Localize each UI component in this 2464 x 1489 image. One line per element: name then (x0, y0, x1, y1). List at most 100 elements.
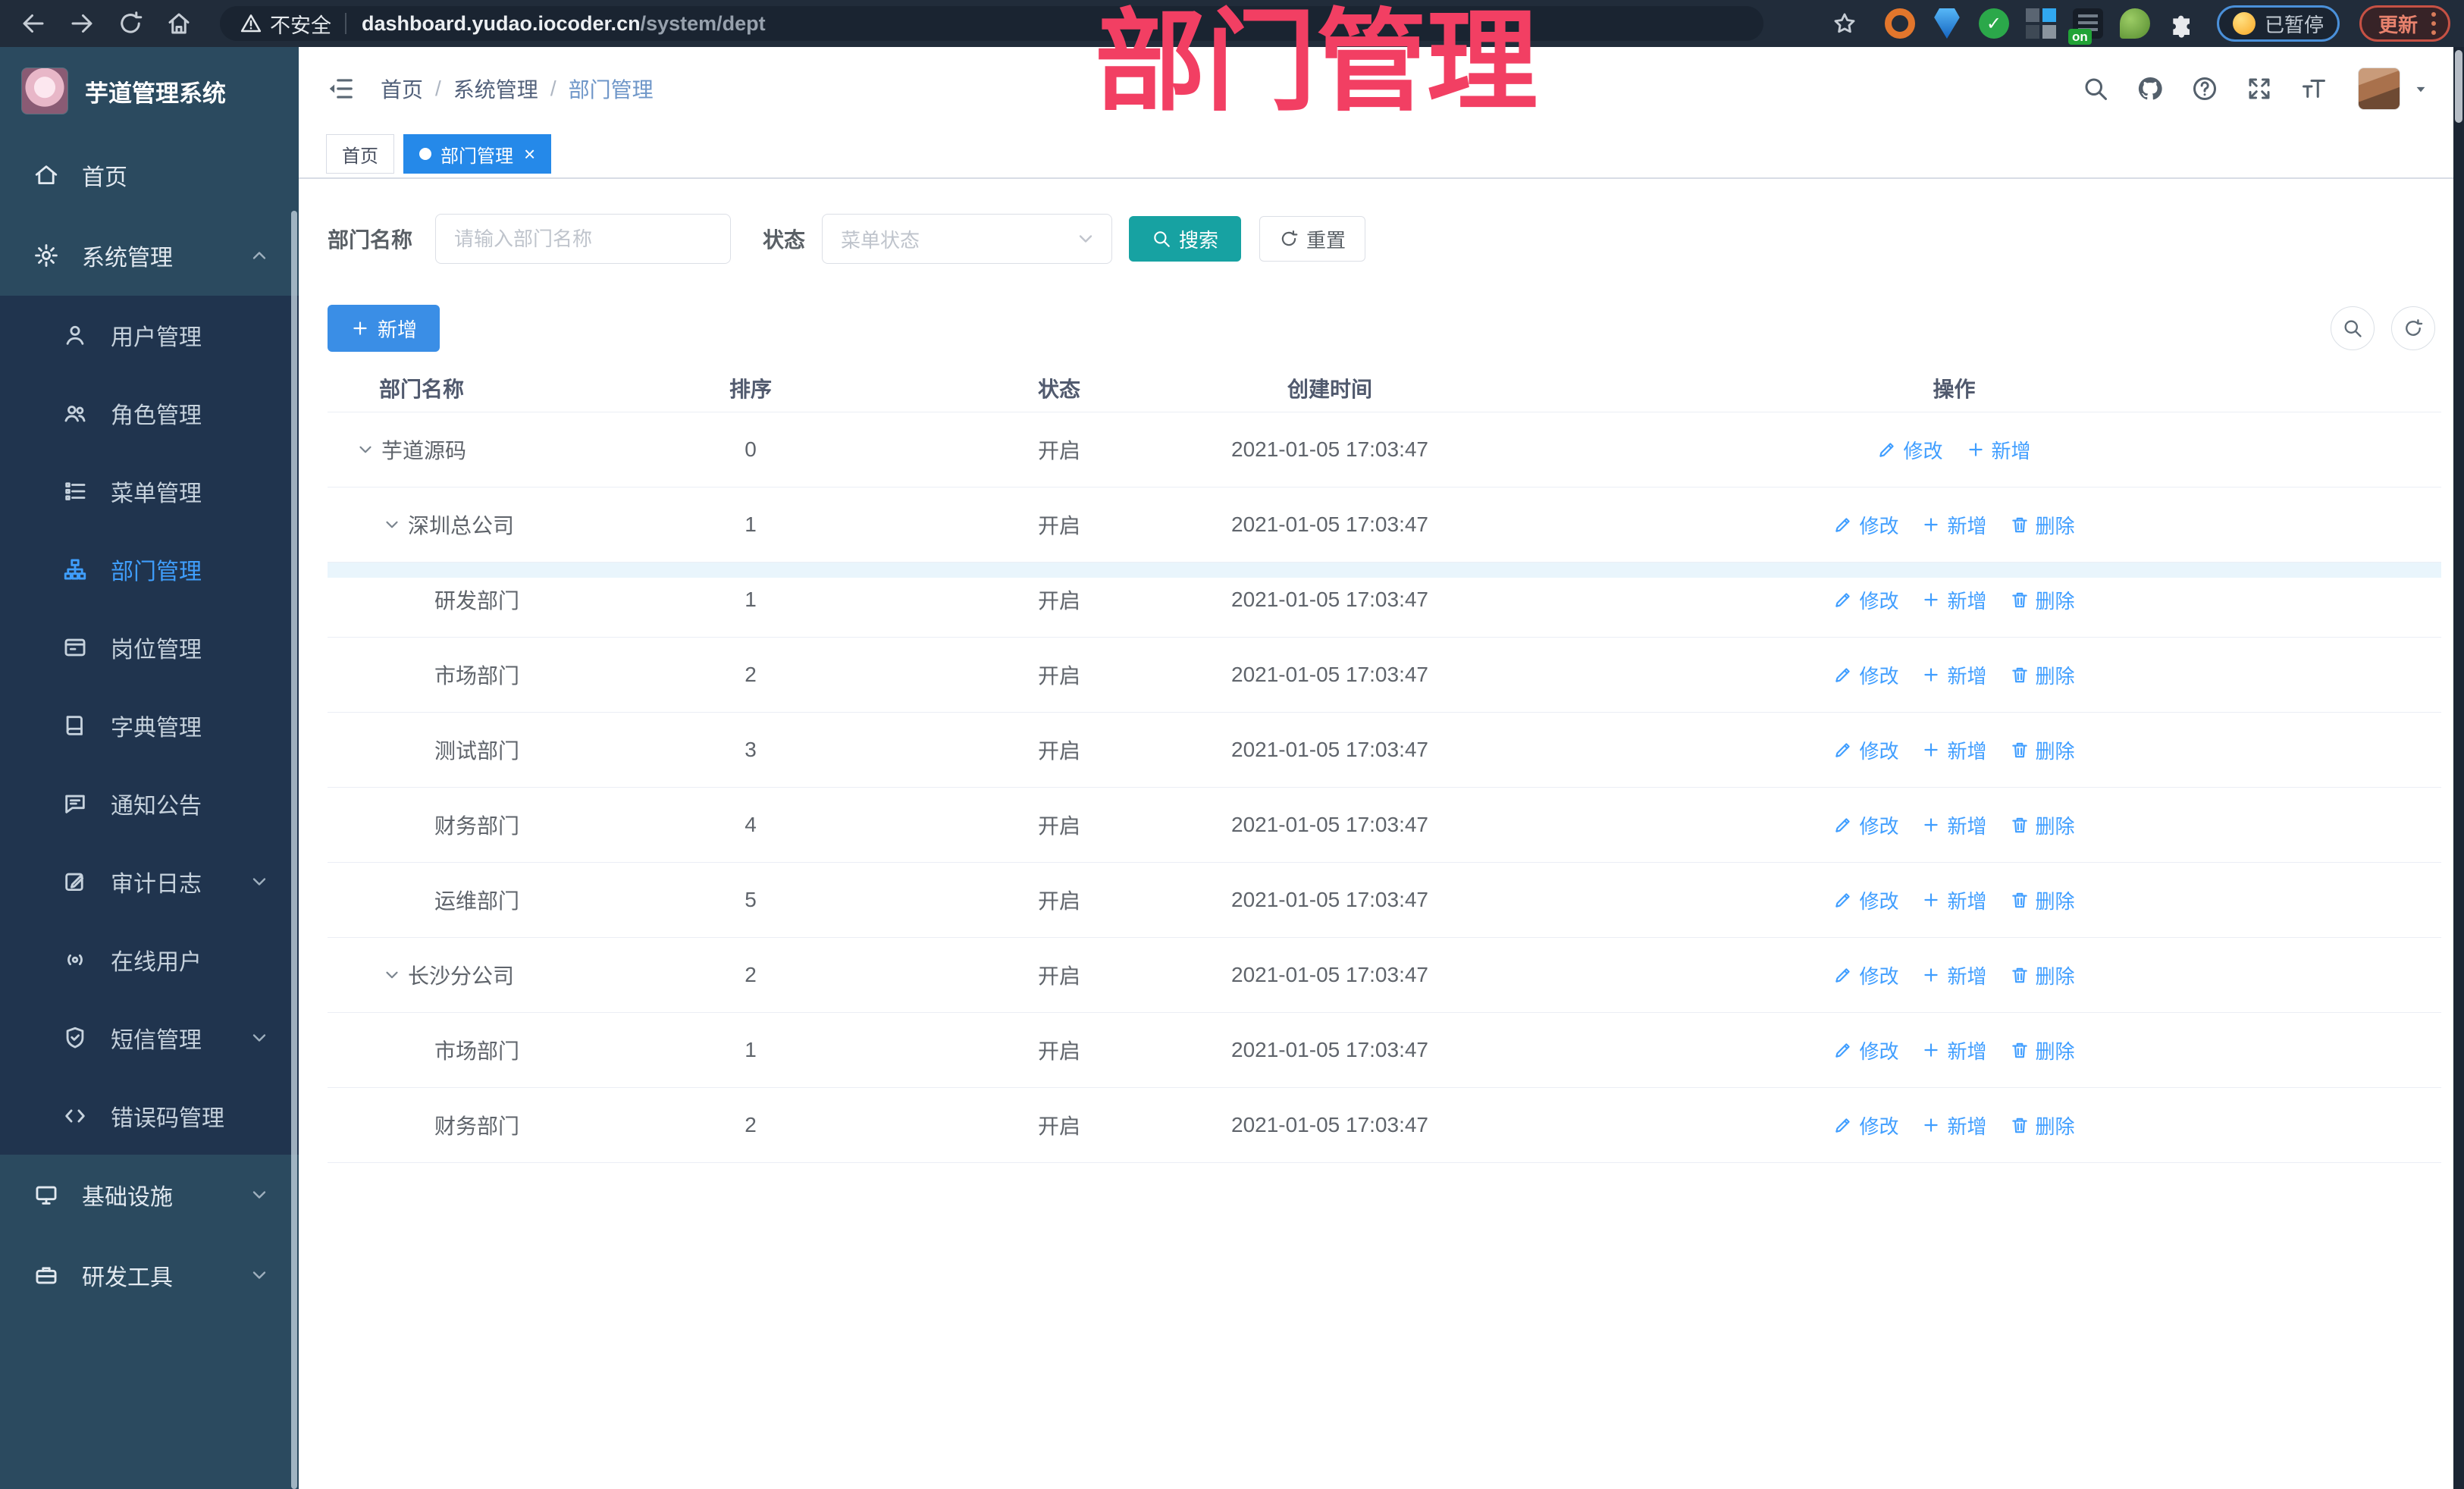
table-row[interactable]: 市场部门 2 开启 2021-01-05 17:03:47 修改 新增 删除 (328, 638, 2441, 713)
table-row[interactable]: 深圳总公司 1 开启 2021-01-05 17:03:47 修改 新增 删除 (328, 487, 2441, 563)
github-icon[interactable] (2136, 75, 2164, 102)
add-link[interactable]: 新增 (1921, 961, 1987, 989)
edit-link[interactable]: 修改 (1833, 511, 1898, 539)
add-link[interactable]: 新增 (1921, 661, 1987, 689)
status-select[interactable]: 菜单状态 (822, 214, 1113, 264)
avatar[interactable] (2358, 67, 2400, 110)
edit-link[interactable]: 修改 (1833, 1036, 1898, 1064)
sidebar-item-dept-mgmt[interactable]: 部门管理 (0, 530, 299, 608)
page-scrollbar[interactable] (2453, 47, 2464, 1489)
add-icon (1921, 890, 1941, 910)
extension-icon-orange[interactable] (1884, 8, 1915, 39)
reset-button[interactable]: 重置 (1259, 216, 1366, 262)
delete-link[interactable]: 删除 (2010, 811, 2075, 839)
sidebar-item-dict-mgmt[interactable]: 字典管理 (0, 686, 299, 764)
sidebar-item-notice[interactable]: 通知公告 (0, 764, 299, 842)
created-cell: 2021-01-05 17:03:47 (1231, 813, 1428, 836)
dept-name-input[interactable] (435, 214, 732, 264)
hamburger-fold-icon[interactable] (326, 74, 355, 103)
edit-link[interactable]: 修改 (1833, 811, 1898, 839)
delete-link[interactable]: 删除 (2010, 736, 2075, 764)
edit-link[interactable]: 修改 (1833, 1111, 1898, 1139)
extension-icon-pin[interactable] (1934, 8, 1960, 39)
sidebar: 芋道管理系统 首页 系统管理 用户管理 角色管理 菜单管理 部门管理 岗位管理 … (0, 47, 299, 1489)
table-row[interactable]: 长沙分公司 2 开启 2021-01-05 17:03:47 修改 新增 删除 (328, 938, 2441, 1013)
update-button[interactable]: 更新 (2359, 5, 2450, 42)
sidebar-item-system[interactable]: 系统管理 (0, 215, 299, 296)
edit-link[interactable]: 修改 (1833, 886, 1898, 914)
add-link[interactable]: 新增 (1921, 1111, 1987, 1139)
scrollbar-thumb[interactable] (2455, 50, 2462, 123)
add-link[interactable]: 新增 (1921, 811, 1987, 839)
table-row[interactable]: 研发部门 1 开启 2021-01-05 17:03:47 修改 新增 删除 (328, 563, 2441, 638)
sidebar-item-sms-mgmt[interactable]: 短信管理 (0, 998, 299, 1077)
extension-icon-leaf[interactable] (2119, 8, 2150, 39)
help-icon[interactable] (2191, 75, 2218, 102)
sidebar-item-dev-tools[interactable]: 研发工具 (0, 1235, 299, 1315)
sidebar-item-menu-mgmt[interactable]: 菜单管理 (0, 452, 299, 530)
table-row[interactable]: 市场部门 1 开启 2021-01-05 17:03:47 修改 新增 删除 (328, 1013, 2441, 1088)
delete-link[interactable]: 删除 (2010, 961, 2075, 989)
sidebar-item-infra[interactable]: 基础设施 (0, 1155, 299, 1235)
sidebar-item-error-code[interactable]: 错误码管理 (0, 1077, 299, 1155)
edit-link[interactable]: 修改 (1833, 661, 1898, 689)
edit-link[interactable]: 修改 (1833, 961, 1898, 989)
sidebar-item-online-users[interactable]: 在线用户 (0, 920, 299, 998)
delete-link[interactable]: 删除 (2010, 1111, 2075, 1139)
sidebar-item-role-mgmt[interactable]: 角色管理 (0, 374, 299, 452)
back-button[interactable] (20, 10, 47, 37)
add-link[interactable]: 新增 (1921, 511, 1987, 539)
extension-icon-check[interactable]: ✓ (1978, 8, 2009, 39)
add-link[interactable]: 新增 (1921, 586, 1987, 614)
delete-link[interactable]: 删除 (2010, 586, 2075, 614)
sidebar-scrollbar[interactable] (291, 211, 297, 1489)
sidebar-item-post-mgmt[interactable]: 岗位管理 (0, 608, 299, 686)
extension-icon-squares[interactable] (2025, 8, 2056, 39)
sidebar-item-audit-log[interactable]: 审计日志 (0, 842, 299, 920)
sidebar-item-label: 研发工具 (82, 1265, 173, 1290)
browser-menu-dots-icon[interactable] (2431, 12, 2436, 35)
delete-link[interactable]: 删除 (2010, 886, 2075, 914)
tab-dept-mgmt[interactable]: 部门管理 × (403, 134, 552, 174)
search-button[interactable]: 搜索 (1129, 216, 1242, 262)
expand-toggle-icon[interactable] (356, 440, 375, 459)
table-row[interactable]: 运维部门 5 开启 2021-01-05 17:03:47 修改 新增 删除 (328, 863, 2441, 938)
sidebar-item-home[interactable]: 首页 (0, 135, 299, 215)
edit-link[interactable]: 修改 (1833, 586, 1898, 614)
bookmark-star-icon[interactable] (1832, 11, 1857, 36)
add-link[interactable]: 新增 (1921, 886, 1987, 914)
add-link[interactable]: 新增 (1966, 436, 2031, 464)
url-bar[interactable]: 不安全 dashboard.yudao.iocoder.cn/system/de… (220, 6, 1763, 41)
profile-paused-badge[interactable]: 已暂停 (2216, 5, 2340, 42)
table-row[interactable]: 芋道源码 0 开启 2021-01-05 17:03:47 修改 新增 (328, 412, 2441, 487)
sidebar-item-user-mgmt[interactable]: 用户管理 (0, 296, 299, 374)
caret-down-icon[interactable] (2411, 79, 2431, 99)
search-icon[interactable] (2082, 75, 2109, 102)
table-row[interactable]: 财务部门 2 开启 2021-01-05 17:03:47 修改 新增 删除 (328, 1088, 2441, 1163)
table-row[interactable]: 财务部门 4 开启 2021-01-05 17:03:47 修改 新增 删除 (328, 788, 2441, 863)
tab-home[interactable]: 首页 (326, 134, 394, 174)
delete-link[interactable]: 删除 (2010, 661, 2075, 689)
extension-icon-tabs[interactable]: on (2067, 8, 2103, 45)
expand-toggle-icon[interactable] (382, 965, 402, 985)
forward-button[interactable] (68, 10, 96, 37)
breadcrumb-system[interactable]: 系统管理 (453, 74, 538, 104)
reload-button[interactable] (117, 10, 144, 37)
home-button[interactable] (165, 10, 193, 37)
search-toggle-button[interactable] (2331, 306, 2375, 350)
table-row[interactable]: 测试部门 3 开启 2021-01-05 17:03:47 修改 新增 删除 (328, 713, 2441, 788)
font-size-icon[interactable] (2300, 75, 2328, 102)
extensions-puzzle-icon[interactable] (2167, 8, 2197, 39)
refresh-button[interactable] (2391, 306, 2435, 350)
fullscreen-icon[interactable] (2246, 75, 2273, 102)
expand-toggle-icon[interactable] (382, 515, 402, 534)
edit-link[interactable]: 修改 (1877, 436, 1943, 464)
breadcrumb-home[interactable]: 首页 (381, 74, 423, 104)
add-link[interactable]: 新增 (1921, 736, 1987, 764)
delete-link[interactable]: 删除 (2010, 511, 2075, 539)
edit-link[interactable]: 修改 (1833, 736, 1898, 764)
tab-close-icon[interactable]: × (524, 144, 535, 164)
add-link[interactable]: 新增 (1921, 1036, 1987, 1064)
add-button[interactable]: 新增 (328, 305, 440, 352)
delete-link[interactable]: 删除 (2010, 1036, 2075, 1064)
